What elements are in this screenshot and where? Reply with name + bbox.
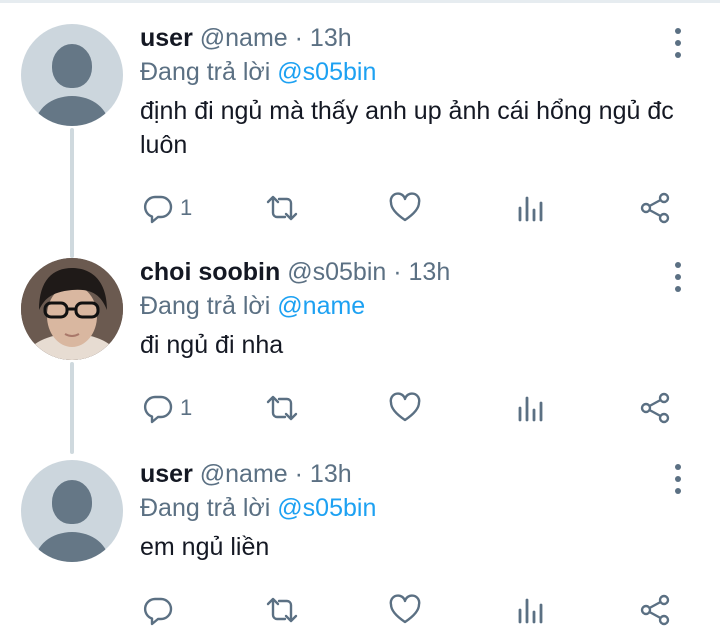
reply-icon: [143, 195, 173, 224]
replying-prefix: Đang trả lời: [140, 58, 271, 86]
more-vertical-icon[interactable]: [668, 464, 688, 494]
tweet[interactable]: user @name · 13h Đang trả lời @s05bin em…: [0, 460, 720, 640]
heart-icon: [389, 392, 421, 422]
retweet-icon: [266, 597, 298, 623]
avatar-shoulders: [35, 532, 109, 562]
replying-prefix: Đang trả lời: [140, 292, 271, 320]
avatar-shoulders: [35, 96, 109, 126]
reply-button[interactable]: 1: [142, 188, 192, 228]
tweet-header: choi soobin @s05bin · 13h: [140, 258, 450, 292]
analytics-icon: [518, 598, 543, 624]
mention-link[interactable]: @name: [277, 292, 365, 320]
retweet-icon: [266, 195, 298, 221]
like-button[interactable]: [388, 188, 422, 228]
share-button[interactable]: [638, 590, 672, 630]
tweet-text: đi ngủ đi nha: [140, 331, 284, 359]
display-name[interactable]: user: [140, 24, 193, 52]
retweet-button[interactable]: [264, 590, 300, 630]
action-bar: [0, 590, 720, 630]
tweet[interactable]: choi soobin @s05bin · 13h Đang trả lời @…: [0, 258, 720, 488]
tweet-header: user @name · 13h: [140, 24, 352, 58]
share-icon: [640, 392, 670, 424]
display-name[interactable]: choi soobin: [140, 258, 280, 286]
retweet-icon: [266, 395, 298, 421]
share-icon: [640, 192, 670, 224]
tweet-text: em ngủ liền: [140, 533, 270, 561]
reply-count: 1: [180, 395, 193, 420]
share-button[interactable]: [638, 188, 672, 228]
like-button[interactable]: [388, 388, 422, 428]
action-bar: 1: [0, 388, 720, 428]
separator-dot: ·: [393, 258, 402, 286]
reply-icon: [143, 597, 173, 626]
replying-to: Đang trả lời @s05bin: [140, 494, 376, 523]
user-handle[interactable]: @name: [200, 24, 288, 52]
mention-link[interactable]: @s05bin: [277, 494, 376, 522]
heart-icon: [389, 594, 421, 624]
tweet-text: định đi ngủ mà thấy anh up ảnh cái hổng …: [140, 97, 674, 159]
more-vertical-icon[interactable]: [668, 28, 688, 58]
retweet-button[interactable]: [264, 188, 300, 228]
avatar[interactable]: [21, 258, 123, 360]
reply-button[interactable]: 1: [142, 388, 192, 428]
share-icon: [640, 594, 670, 626]
avatar-head: [52, 44, 92, 88]
timestamp[interactable]: 13h: [409, 258, 451, 286]
replying-prefix: Đang trả lời: [140, 494, 271, 522]
tweet-header: user @name · 13h: [140, 460, 352, 494]
separator-dot: ·: [294, 24, 303, 52]
profile-photo: [21, 258, 123, 360]
analytics-button[interactable]: [516, 388, 546, 428]
analytics-button[interactable]: [516, 188, 546, 228]
action-bar: 1: [0, 188, 720, 228]
user-handle[interactable]: @s05bin: [287, 258, 386, 286]
reply-button[interactable]: [142, 590, 180, 630]
replying-to: Đang trả lời @s05bin: [140, 58, 376, 87]
replying-to: Đang trả lời @name: [140, 292, 365, 321]
avatar[interactable]: [21, 460, 123, 562]
share-button[interactable]: [638, 388, 672, 428]
display-name[interactable]: user: [140, 460, 193, 488]
analytics-icon: [518, 396, 543, 422]
reply-icon: [143, 395, 173, 424]
timestamp[interactable]: 13h: [310, 460, 352, 488]
reply-count: 1: [180, 195, 193, 220]
tweet[interactable]: user @name · 13h Đang trả lời @s05bin đị…: [0, 24, 720, 254]
separator-dot: ·: [294, 460, 303, 488]
heart-icon: [389, 192, 421, 222]
mention-link[interactable]: @s05bin: [277, 58, 376, 86]
like-button[interactable]: [388, 590, 422, 630]
more-vertical-icon[interactable]: [668, 262, 688, 292]
analytics-icon: [518, 196, 543, 222]
analytics-button[interactable]: [516, 590, 546, 630]
retweet-button[interactable]: [264, 388, 300, 428]
user-handle[interactable]: @name: [200, 460, 288, 488]
timestamp[interactable]: 13h: [310, 24, 352, 52]
avatar[interactable]: [21, 24, 123, 126]
top-divider: [0, 0, 720, 3]
avatar-head: [52, 480, 92, 524]
